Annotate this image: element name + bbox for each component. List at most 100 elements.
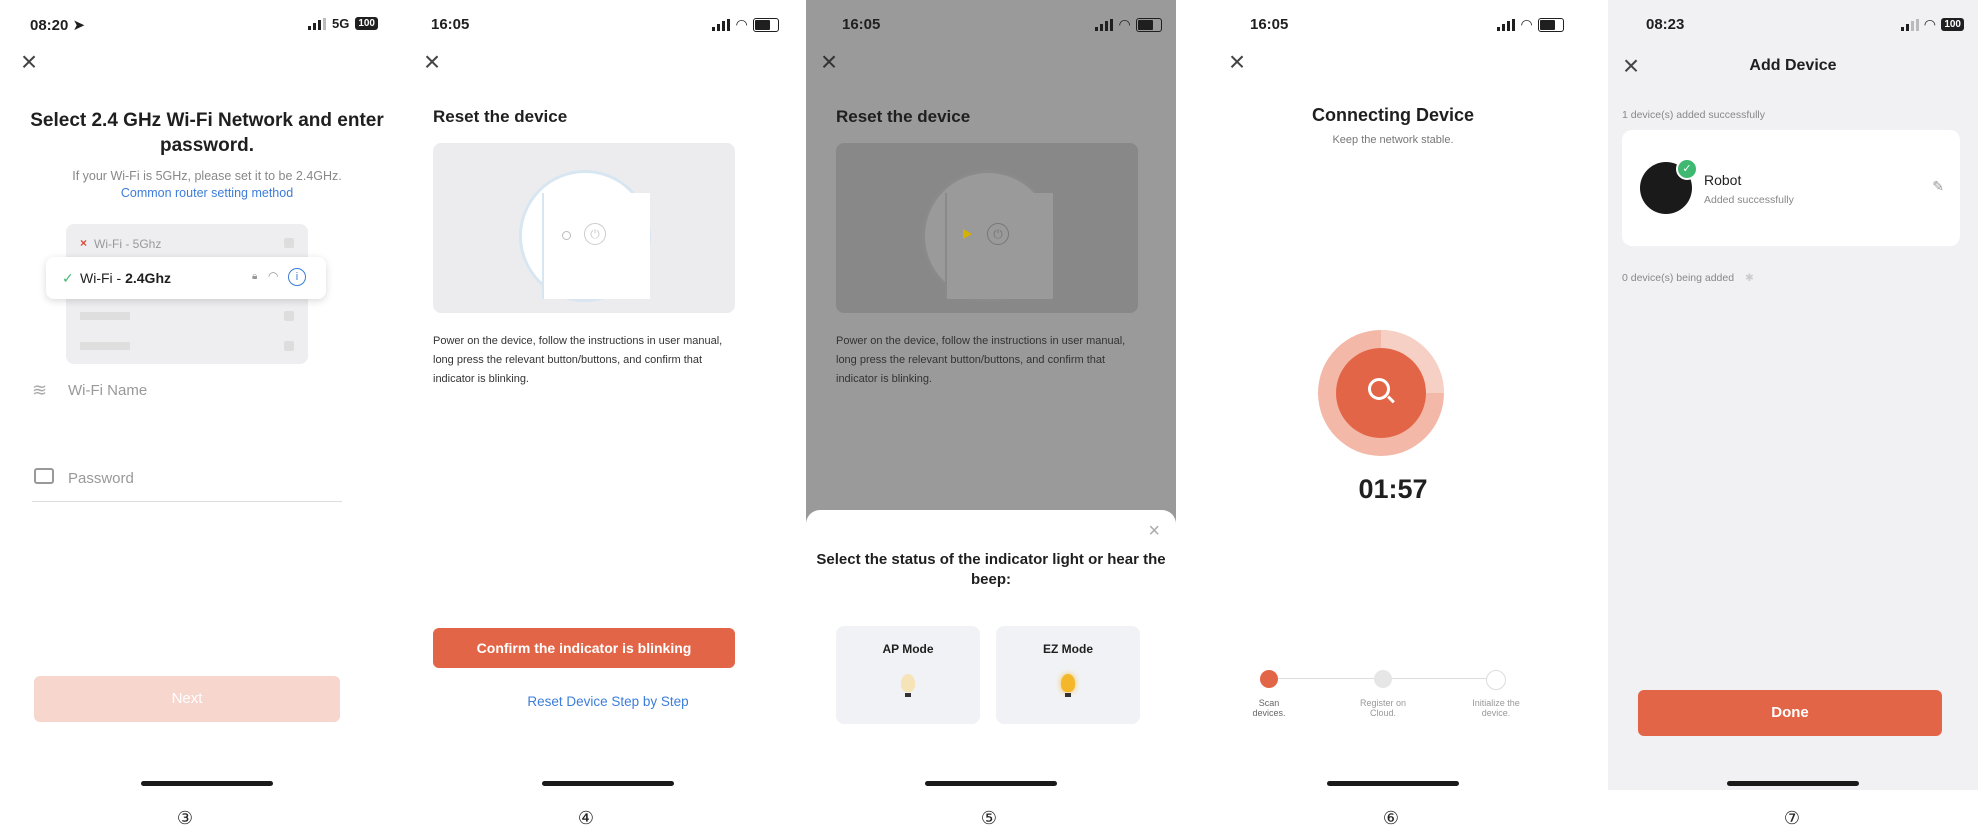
ap-mode-card[interactable]: AP Mode (836, 626, 980, 724)
sheet-question: Select the status of the indicator light… (816, 551, 1166, 588)
bulb-icon (1061, 674, 1075, 692)
status-time: 16:05 (431, 16, 470, 33)
next-button[interactable]: Next (34, 676, 340, 722)
home-indicator (925, 781, 1057, 786)
ap-mode-label: AP Mode (882, 642, 934, 656)
device-name: Robot (1704, 172, 1742, 188)
battery-icon (1538, 17, 1564, 32)
success-count-label: 1 device(s) added successfully (1622, 109, 1765, 121)
step-init-icon (1486, 670, 1506, 690)
home-indicator (1727, 781, 1859, 786)
wifi-icon: ◠ (1924, 16, 1936, 32)
spinner-icon: ✱ (1745, 272, 1754, 284)
page-subtitle: Keep the network stable. (1332, 134, 1454, 146)
signal-icon (1095, 18, 1114, 31)
wifi-name-field[interactable]: ≋ Wi-Fi Name (32, 374, 342, 414)
screen-select-mode: 16:05 ◠ × Reset the device ⏻ Power on th… (806, 0, 1176, 790)
placeholder-box (284, 311, 294, 321)
reset-description: Power on the device, follow the instruct… (433, 335, 723, 385)
search-icon-handle (1387, 395, 1395, 404)
ez-mode-card[interactable]: EZ Mode (996, 626, 1140, 724)
progress-stepper: Scan devices. Register on Cloud. Initial… (1248, 668, 1520, 728)
check-icon: ✓ (62, 270, 74, 286)
device-card[interactable]: ✓ Robot Added successfully ✎ (1622, 130, 1960, 246)
status-time: 08:20 ➤ (30, 17, 86, 34)
home-indicator (1327, 781, 1459, 786)
status-bar: 08:23 ◠ 100 (1608, 14, 1978, 38)
device-illustration: ⏻ (433, 143, 735, 313)
step-number: ⑦ (1783, 808, 1801, 828)
reset-description: Power on the device, follow the instruct… (836, 335, 1126, 385)
step-scan-label: Scan devices. (1252, 698, 1286, 718)
confirm-blinking-button[interactable]: Confirm the indicator is blinking (433, 628, 735, 668)
close-icon[interactable]: × (1148, 520, 1160, 543)
status-time: 16:05 (842, 16, 881, 33)
device-panel (945, 193, 1053, 299)
wifi-icon: ◠ (268, 269, 279, 283)
step-init-label: Initialize the device. (1472, 698, 1520, 718)
wifi-5g-row: × Wi-Fi - 5Ghz (66, 230, 308, 256)
mode-sheet: × Select the status of the indicator lig… (806, 510, 1176, 790)
home-indicator (542, 781, 674, 786)
wifi-icon: ◠ (1521, 16, 1532, 32)
battery-icon (753, 17, 779, 32)
wifi-icon: ◠ (1119, 16, 1130, 32)
wifi-24-prefix: Wi-Fi - (80, 270, 126, 286)
page-title: Select 2.4 GHz Wi-Fi Network and enter p… (30, 110, 384, 156)
indicator-light (963, 229, 972, 239)
wifi-name-input[interactable]: Wi-Fi Name (68, 382, 147, 399)
step-number: ③ (176, 808, 194, 828)
close-icon[interactable]: × (22, 48, 44, 76)
device-panel (542, 193, 650, 299)
bulb-icon (901, 674, 915, 692)
step-scan-icon (1260, 670, 1278, 688)
scan-radar (1318, 330, 1444, 456)
done-button[interactable]: Done (1638, 690, 1942, 736)
status-bar: 16:05 ◠ (423, 14, 793, 38)
lock-icon (34, 468, 54, 484)
wifi-icon: ◠ (736, 16, 747, 32)
power-icon: ⏻ (584, 223, 606, 245)
status-bar: 16:05 ◠ (806, 14, 1176, 38)
network-label: 5G (331, 16, 350, 31)
placeholder-row (80, 312, 130, 320)
scan-circle (1336, 348, 1426, 438)
lock-icon: 🔒︎ (252, 271, 258, 282)
router-setting-link[interactable]: Common router setting method (22, 186, 392, 200)
page-title: Reset the device (433, 107, 568, 126)
wifi-icon: ≋ (32, 380, 48, 400)
step-number: ④ (577, 808, 595, 828)
signal-icon (307, 17, 326, 30)
power-icon: ⏻ (987, 223, 1009, 245)
close-icon[interactable]: × (423, 48, 447, 76)
x-icon: × (80, 236, 88, 250)
step-number: ⑤ (980, 808, 998, 828)
device-illustration: ⏻ (836, 143, 1138, 313)
step-cloud-icon (1374, 670, 1392, 688)
check-icon: ✓ (1676, 158, 1698, 180)
reset-step-link[interactable]: Reset Device Step by Step (423, 694, 793, 709)
placeholder-row (80, 342, 130, 350)
signal-icon (712, 18, 731, 31)
status-bar: 08:20 ➤ 5G 100 (22, 14, 392, 38)
wifi-5g-label: Wi-Fi - 5Ghz (94, 237, 162, 251)
step-cloud-label: Register on Cloud. (1359, 698, 1407, 718)
page-title: Connecting Device (1311, 105, 1475, 125)
battery-icon (1136, 17, 1162, 32)
adding-count-label: 0 device(s) being added ✱ (1622, 272, 1754, 284)
status-bar: 16:05 ◠ (1208, 14, 1578, 38)
placeholder-box (284, 341, 294, 351)
page-title: Reset the device (836, 107, 971, 126)
device-circle: ⏻ (922, 170, 1054, 302)
close-icon[interactable]: × (1222, 48, 1252, 76)
password-field[interactable]: Password (32, 462, 342, 502)
close-icon[interactable]: × (814, 48, 844, 76)
edit-icon[interactable]: ✎ (1932, 178, 1944, 195)
signal-icon (1497, 18, 1516, 31)
screen-reset-device: 16:05 ◠ × Reset the device ⏻ Power on th… (423, 0, 793, 790)
bulb-base (1065, 693, 1071, 697)
device-status: Added successfully (1704, 194, 1794, 206)
password-input[interactable]: Password (68, 470, 134, 487)
wifi-24-row: ✓ Wi-Fi - 2.4Ghz 🔒︎ ◠ i (46, 257, 326, 299)
wifi-hint: If your Wi-Fi is 5GHz, please set it to … (72, 169, 342, 183)
